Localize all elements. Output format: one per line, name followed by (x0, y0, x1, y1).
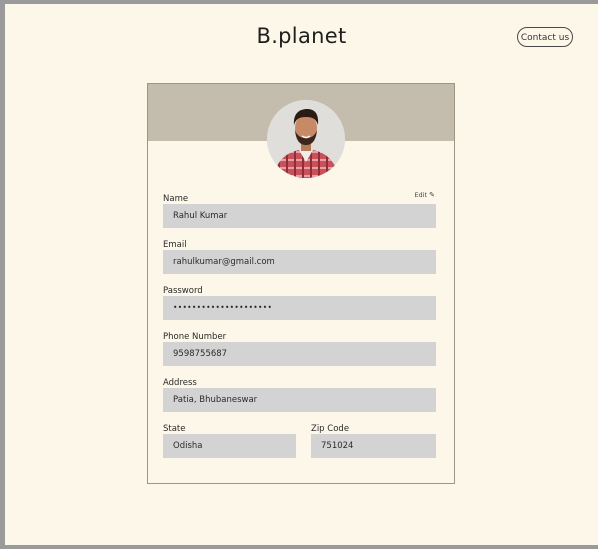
avatar-illustration (267, 100, 345, 178)
phone-label: Phone Number (163, 332, 227, 342)
contact-us-button[interactable]: Contact us (517, 27, 573, 47)
state-field[interactable]: Odisha (163, 434, 296, 458)
email-field[interactable]: rahulkumar@gmail.com (163, 250, 436, 274)
phone-field[interactable]: 9598755687 (163, 342, 436, 366)
address-label: Address (163, 378, 197, 388)
name-field[interactable]: Rahul Kumar (163, 204, 436, 228)
zip-field[interactable]: 751024 (311, 434, 436, 458)
email-label: Email (163, 240, 187, 250)
brand-logo[interactable]: B.planet (5, 24, 598, 48)
profile-card: Edit ✎ Name Rahul Kumar Email rahulkumar… (147, 83, 455, 484)
state-label: State (163, 424, 186, 434)
password-field[interactable]: ••••••••••••••••••••• (163, 296, 436, 320)
edit-label: Edit (414, 191, 428, 199)
page: B.planet Contact us Edit ✎ Name Rahul Ku… (5, 4, 598, 545)
profile-avatar (267, 100, 345, 178)
password-label: Password (163, 286, 203, 296)
edit-profile-link[interactable]: Edit ✎ (414, 191, 435, 199)
address-field[interactable]: Patia, Bhubaneswar (163, 388, 436, 412)
zip-label: Zip Code (311, 424, 350, 434)
pencil-icon: ✎ (429, 191, 435, 199)
name-label: Name (163, 194, 189, 204)
